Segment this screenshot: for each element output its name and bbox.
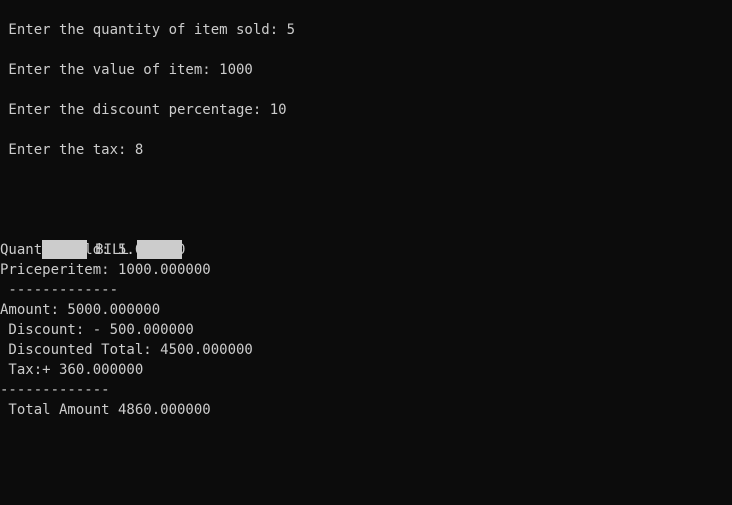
prompt-discount: Enter the discount percentage: 10 [0,102,287,118]
prompt-value: Enter the value of item: 1000 [0,62,253,78]
bill-separator-1: ------------- [0,282,119,298]
bill-line-price: Priceperitem: 1000.000000 [0,262,211,278]
prompt-quantity: Enter the quantity of item sold: 5 [0,22,296,38]
bill-line-total: Total Amount 4860.000000 [0,402,211,418]
bill-separator-2: ------------- [0,382,110,398]
bill-line-tax: Tax:+ 360.000000 [0,362,144,378]
console-window[interactable]: Enter the quantity of item sold: 5 Enter… [0,0,732,505]
bill-line-discounted-total: Discounted Total: 4500.000000 [0,342,253,358]
prompt-tax: Enter the tax: 8 [0,142,144,158]
bill-line-quantity: QuantitySold: 5.000000 [0,242,186,258]
bill-line-discount: Discount: - 500.000000 [0,322,194,338]
bill-header: BILL [8,220,183,259]
bill-line-amount: Amount: 5000.000000 [0,302,161,318]
